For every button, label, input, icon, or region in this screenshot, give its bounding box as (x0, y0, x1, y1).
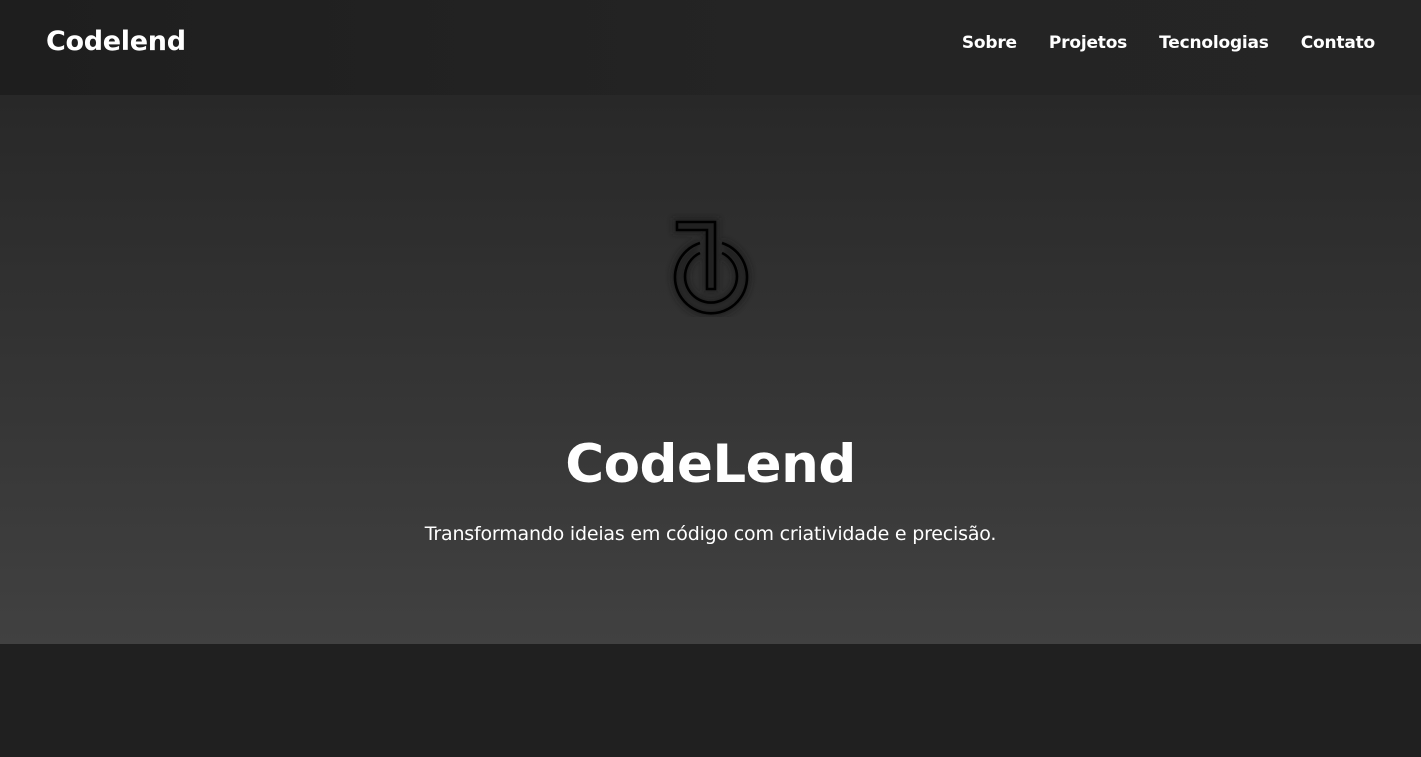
nav-link-contato[interactable]: Contato (1301, 33, 1375, 53)
hero-title: CodeLend (565, 434, 856, 495)
hero-section: CodeLend Transformando ideias em código … (0, 95, 1421, 644)
nav-link-sobre[interactable]: Sobre (962, 33, 1017, 53)
codelend-logo-icon (671, 218, 751, 317)
nav-menu: Sobre Projetos Tecnologias Contato (962, 33, 1375, 53)
page: Codelend Sobre Projetos Tecnologias Cont… (0, 0, 1421, 757)
hero-subtitle: Transformando ideias em código com criat… (424, 523, 997, 545)
nav-link-tecnologias[interactable]: Tecnologias (1159, 33, 1269, 53)
brand-logo-link[interactable]: Codelend (46, 26, 186, 57)
nav-link-projetos[interactable]: Projetos (1049, 33, 1127, 53)
navbar: Codelend Sobre Projetos Tecnologias Cont… (0, 0, 1421, 95)
next-section-background (0, 644, 1421, 757)
